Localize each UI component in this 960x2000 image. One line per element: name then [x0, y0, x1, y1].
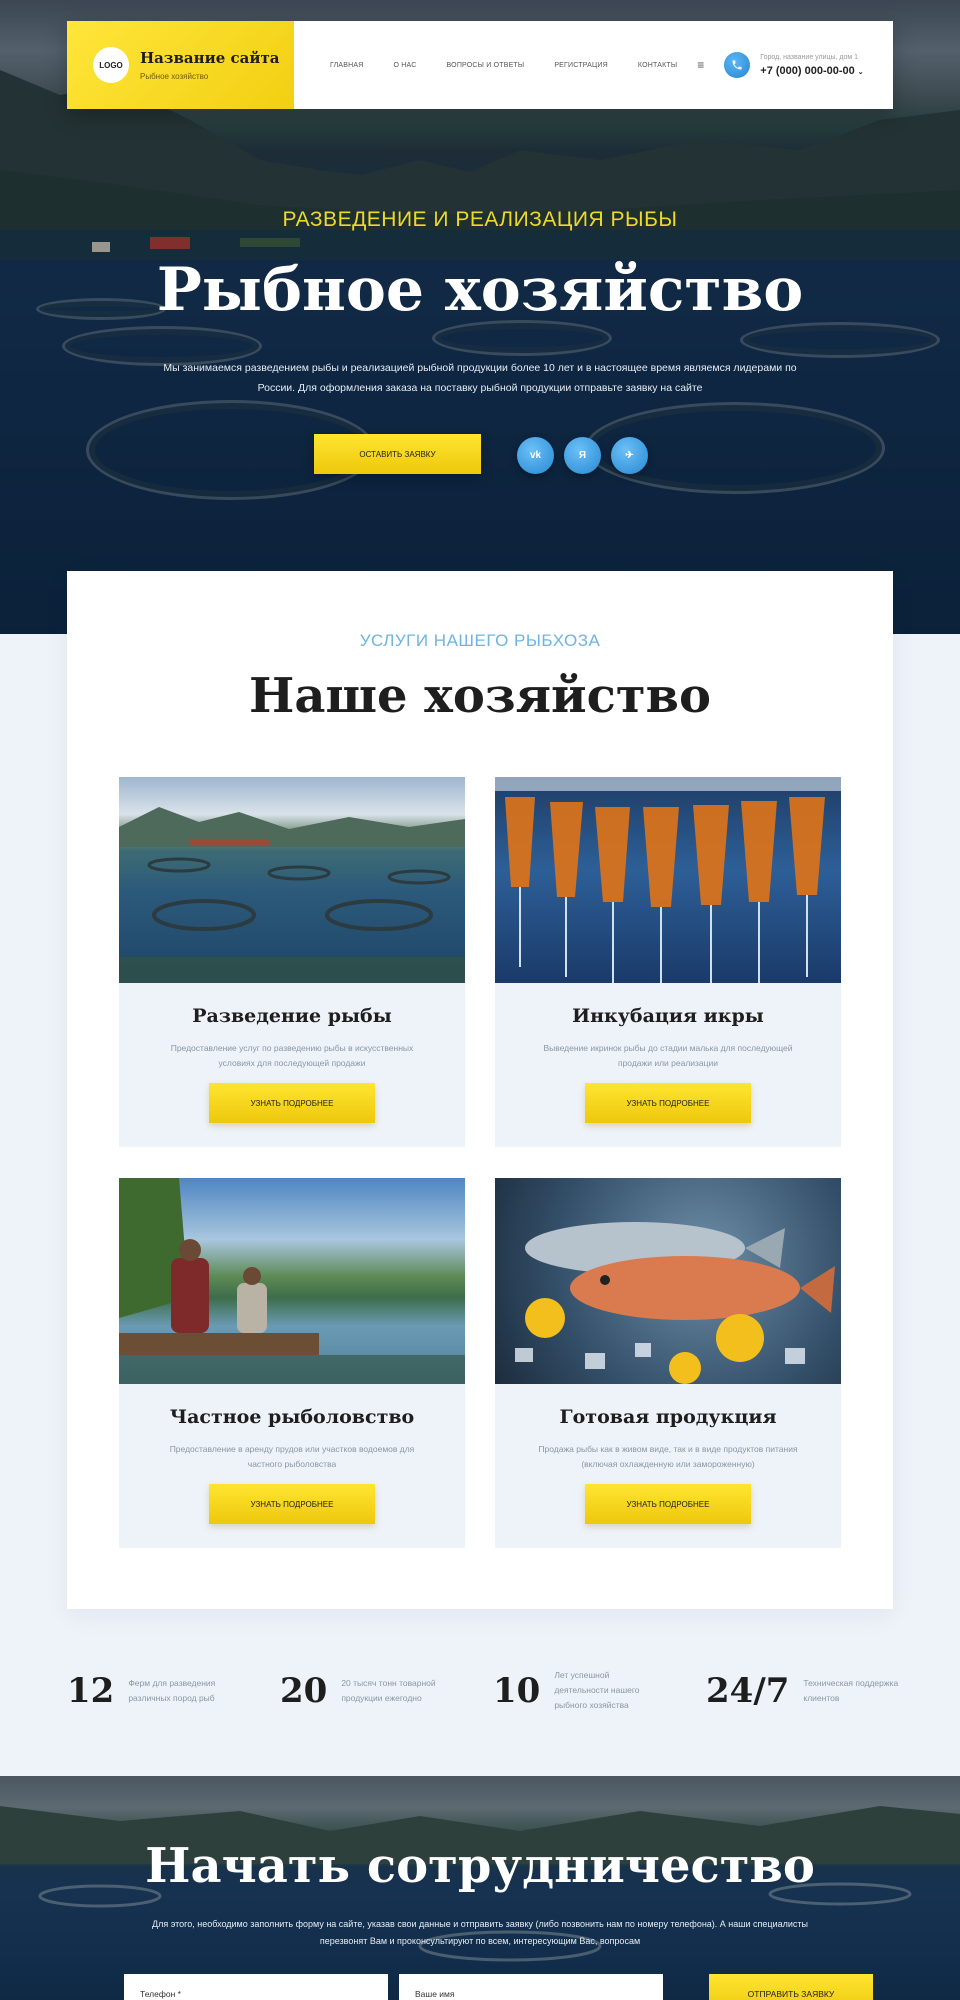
card-text: Выведение икринок рыбы до стадии малька …: [543, 1043, 793, 1068]
brand-block[interactable]: LOGO Название сайта Рыбное хозяйство: [67, 21, 294, 109]
submit-request-button[interactable]: ОСТАВИТЬ ЗАЯВКУ: [314, 434, 481, 474]
stat-item: 12 Ферм для разведения различных пород р…: [67, 1668, 280, 1713]
stat-number: 12: [67, 1670, 115, 1711]
stat-item: 20 20 тысяч тонн товарной продукции ежег…: [280, 1668, 493, 1713]
caviar-incubation-image: [495, 777, 841, 983]
main-nav: ГЛАВНАЯ О НАС ВОПРОСЫ И ОТВЕТЫ РЕГИСТРАЦ…: [330, 21, 704, 109]
phone-field[interactable]: Телефон *: [124, 1974, 388, 2000]
social-links: vk Я ✈: [517, 437, 648, 474]
card-text: Предоставление услуг по разведению рыбы …: [170, 1043, 414, 1068]
card-title: Готовая продукция: [559, 1406, 777, 1428]
phone-icon[interactable]: [724, 52, 751, 78]
service-card: Инкубация икры Выведение икринок рыбы до…: [495, 777, 841, 1147]
phone-number[interactable]: +7 (000) 000-00-00 ⌄: [760, 65, 863, 77]
logo[interactable]: LOGO: [93, 47, 129, 83]
hero-section: LOGO Название сайта Рыбное хозяйство ГЛА…: [0, 0, 960, 634]
service-card: Разведение рыбы Предоставление услуг по …: [119, 777, 465, 1147]
stat-item: 10 Лет успешной деятельности нашего рыбн…: [493, 1668, 706, 1713]
stat-text: 20 тысяч тонн товарной продукции ежегодн…: [341, 1677, 436, 1703]
services-subtitle: УСЛУГИ НАШЕГО РЫБХОЗА: [359, 631, 601, 650]
card-text: Предоставление в аренду прудов или участ…: [169, 1444, 415, 1469]
nav-item-registration[interactable]: РЕГИСТРАЦИЯ: [554, 62, 608, 69]
nav-item-contacts[interactable]: КОНТАКТЫ: [638, 62, 677, 69]
card-title: Частное рыболовство: [169, 1406, 415, 1428]
stat-text: Техническая поддержка клиентов: [803, 1677, 899, 1703]
request-form: Телефон * Ваше имя ОТПРАВИТЬ ЗАЯВКУ: [124, 1974, 873, 2000]
fish-farming-image: [119, 777, 465, 983]
stats-section: 12 Ферм для разведения различных пород р…: [67, 1668, 927, 1713]
learn-more-button[interactable]: УЗНАТЬ ПОДРОБНЕЕ: [209, 1083, 375, 1123]
private-fishing-image: [119, 1178, 465, 1384]
services-section: УСЛУГИ НАШЕГО РЫБХОЗА Наше хозяйство Раз…: [67, 571, 893, 1609]
nav-item-about[interactable]: О НАС: [394, 62, 417, 69]
phone-number-text: +7 (000) 000-00-00: [760, 64, 855, 77]
menu-icon[interactable]: ≡: [697, 58, 704, 72]
chevron-down-icon[interactable]: ⌄: [858, 69, 864, 76]
stat-number: 24/7: [706, 1670, 790, 1711]
nav-item-faq[interactable]: ВОПРОСЫ И ОТВЕТЫ: [447, 62, 525, 69]
services-title: Наше хозяйство: [249, 668, 711, 724]
card-title: Инкубация икры: [572, 1005, 764, 1027]
service-card: Частное рыболовство Предоставление в аре…: [119, 1178, 465, 1548]
learn-more-button[interactable]: УЗНАТЬ ПОДРОБНЕЕ: [585, 1083, 751, 1123]
vk-icon[interactable]: vk: [517, 437, 554, 474]
ready-products-image: [495, 1178, 841, 1384]
stat-number: 20: [280, 1670, 328, 1711]
telegram-icon[interactable]: ✈: [611, 437, 648, 474]
hero-text: Мы занимаемся разведением рыбы и реализа…: [163, 362, 797, 394]
learn-more-button[interactable]: УЗНАТЬ ПОДРОБНЕЕ: [585, 1484, 751, 1524]
contact-text: Город, название улицы, дом 1 +7 (000) 00…: [760, 54, 863, 77]
address: Город, название улицы, дом 1: [760, 53, 859, 61]
card-text: Продажа рыбы как в живом виде, так и в в…: [538, 1444, 798, 1469]
site-header: LOGO Название сайта Рыбное хозяйство ГЛА…: [67, 21, 893, 109]
hero-title: Рыбное хозяйство: [156, 255, 804, 325]
brand-text: Название сайта Рыбное хозяйство: [140, 49, 279, 81]
site-name: Название сайта: [140, 49, 280, 67]
learn-more-button[interactable]: УЗНАТЬ ПОДРОБНЕЕ: [209, 1484, 375, 1524]
cooperation-text: Для этого, необходимо заполнить форму на…: [152, 1919, 808, 1946]
card-title: Разведение рыбы: [192, 1005, 392, 1027]
stat-text: Ферм для разведения различных пород рыб: [128, 1677, 216, 1703]
hero-subtitle: РАЗВЕДЕНИЕ И РЕАЛИЗАЦИЯ РЫБЫ: [282, 208, 678, 231]
send-request-button[interactable]: ОТПРАВИТЬ ЗАЯВКУ: [709, 1974, 873, 2000]
yandex-icon[interactable]: Я: [564, 437, 601, 474]
nav-item-home[interactable]: ГЛАВНАЯ: [330, 62, 364, 69]
name-field[interactable]: Ваше имя: [399, 1974, 663, 2000]
stat-number: 10: [493, 1670, 541, 1711]
cooperation-title: Начать сотрудничество: [145, 1838, 815, 1894]
header-contact: Город, название улицы, дом 1 +7 (000) 00…: [724, 21, 864, 109]
service-card: Готовая продукция Продажа рыбы как в жив…: [495, 1178, 841, 1548]
site-subtitle: Рыбное хозяйство: [140, 72, 209, 81]
stat-item: 24/7 Техническая поддержка клиентов: [706, 1668, 919, 1713]
cooperation-section: Начать сотрудничество Для этого, необход…: [0, 1776, 960, 2000]
stat-text: Лет успешной деятельности нашего рыбного…: [554, 1670, 640, 1710]
